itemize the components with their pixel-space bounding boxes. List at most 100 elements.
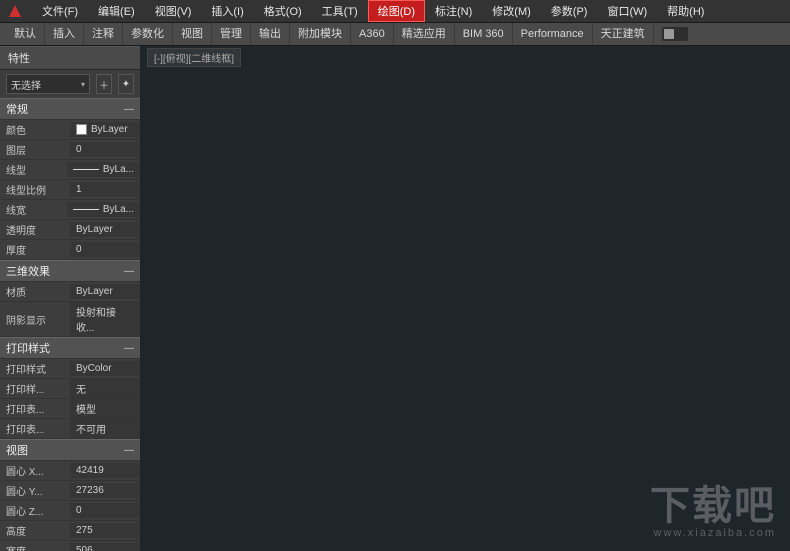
- tab-default[interactable]: 默认: [6, 23, 45, 45]
- property-row: 打印样式ByColor: [0, 359, 140, 379]
- tab-bim360[interactable]: BIM 360: [455, 23, 513, 45]
- property-value[interactable]: 275: [70, 523, 140, 538]
- property-label: 圆心 Y...: [0, 481, 70, 500]
- property-row: 透明度ByLayer: [0, 220, 140, 240]
- property-value[interactable]: ByLa...: [67, 202, 140, 217]
- viewport-controls: [-][俯视][二维线框]: [147, 48, 241, 67]
- menu-draw[interactable]: 绘图(D): [368, 0, 425, 22]
- tab-insert[interactable]: 插入: [45, 23, 84, 45]
- property-value-text: 27236: [76, 485, 104, 496]
- property-value-text: 0: [76, 244, 82, 255]
- property-value-text: ByLayer: [76, 286, 113, 297]
- tab-annotate[interactable]: 注释: [84, 23, 123, 45]
- tab-addins[interactable]: 附加模块: [290, 23, 351, 45]
- menu-view[interactable]: 视图(V): [145, 0, 202, 22]
- watermark-sub: www.xiazaiba.com: [650, 528, 776, 539]
- property-label: 阴影显示: [0, 310, 70, 329]
- collapse-icon: —: [124, 266, 134, 277]
- property-row: 圆心 X... 42419: [0, 461, 140, 481]
- tab-featured[interactable]: 精选应用: [394, 23, 455, 45]
- section-header[interactable]: 常规—: [0, 98, 140, 120]
- property-label: 材质: [0, 282, 70, 301]
- property-row: 线型ByLa...: [0, 160, 140, 180]
- collapse-icon: —: [124, 445, 134, 456]
- property-label: 圆心 X...: [0, 461, 70, 480]
- quick-select-button[interactable]: ＋: [96, 74, 112, 94]
- property-value[interactable]: ByLayer: [70, 222, 140, 237]
- chevron-down-icon: ▾: [81, 80, 85, 89]
- property-label: 线型比例: [0, 180, 70, 199]
- property-value-text: ByLa...: [103, 164, 134, 175]
- property-value-text: 0: [76, 505, 82, 516]
- property-row: 打印样...无: [0, 379, 140, 399]
- menu-window[interactable]: 窗口(W): [597, 0, 657, 22]
- property-value[interactable]: 42419: [70, 463, 140, 478]
- property-value-text: 275: [76, 525, 93, 536]
- property-value-text: 42419: [76, 465, 104, 476]
- property-label: 打印表...: [0, 399, 70, 418]
- ribbon-collapse-toggle[interactable]: [662, 27, 688, 41]
- property-row: 圆心 Z...0: [0, 501, 140, 521]
- property-row: 材质 ByLayer: [0, 282, 140, 302]
- menu-edit[interactable]: 编辑(E): [88, 0, 145, 22]
- property-value-text: 506: [76, 545, 93, 551]
- property-row: 圆心 Y... 27236: [0, 481, 140, 501]
- watermark-main: 下载吧: [650, 486, 776, 526]
- property-label: 打印样式: [0, 359, 70, 378]
- property-value[interactable]: ByColor: [70, 361, 140, 376]
- section-header[interactable]: 视图—: [0, 439, 140, 461]
- menu-insert[interactable]: 插入(I): [201, 0, 253, 22]
- property-value-text: ByLa...: [103, 204, 134, 215]
- menu-tools[interactable]: 工具(T): [312, 0, 368, 22]
- property-value[interactable]: 0: [70, 142, 140, 157]
- menu-file[interactable]: 文件(F): [32, 0, 88, 22]
- viewport-label[interactable]: [-][俯视][二维线框]: [147, 48, 241, 67]
- menu-modify[interactable]: 修改(M): [482, 0, 541, 22]
- section-header[interactable]: 打印样式—: [0, 337, 140, 359]
- tab-tangent[interactable]: 天正建筑: [593, 23, 654, 45]
- tab-parametric[interactable]: 参数化: [123, 23, 173, 45]
- tab-performance[interactable]: Performance: [513, 23, 593, 45]
- property-row: 打印表...不可用: [0, 419, 140, 439]
- menu-bar: 文件(F) 编辑(E) 视图(V) 插入(I) 格式(O) 工具(T) 绘图(D…: [0, 0, 790, 23]
- app-icon: [6, 2, 24, 20]
- tab-a360[interactable]: A360: [351, 23, 394, 45]
- property-value[interactable]: 无: [70, 379, 140, 398]
- drawing-canvas[interactable]: [-][俯视][二维线框] 下载吧 www.xiazaiba.com: [141, 46, 790, 551]
- properties-panel: 特性 无选择 ▾ ＋ ✦ 常规—颜色ByLayer图层0线型ByLa...线型比…: [0, 46, 141, 551]
- property-label: 图层: [0, 140, 70, 159]
- menu-help[interactable]: 帮助(H): [657, 0, 714, 22]
- property-value[interactable]: 0: [70, 242, 140, 257]
- property-value[interactable]: 不可用: [70, 419, 140, 438]
- property-value-text: 1: [76, 184, 82, 195]
- property-row: 宽度 506: [0, 541, 140, 551]
- property-label: 宽度: [0, 541, 70, 551]
- section-header[interactable]: 三维效果—: [0, 260, 140, 282]
- section-title: 打印样式: [6, 340, 50, 356]
- property-value[interactable]: 27236: [70, 483, 140, 498]
- tab-output[interactable]: 输出: [251, 23, 290, 45]
- menu-dimension[interactable]: 标注(N): [425, 0, 482, 22]
- property-value[interactable]: 1: [70, 182, 140, 197]
- menu-param[interactable]: 参数(P): [541, 0, 598, 22]
- property-value[interactable]: 506: [70, 543, 140, 551]
- property-row: 线宽 ByLa...: [0, 200, 140, 220]
- property-row: 线型比例 1: [0, 180, 140, 200]
- property-value-text: ByLayer: [91, 124, 128, 135]
- ribbon-tabs: 默认 插入 注释 参数化 视图 管理 输出 附加模块 A360 精选应用 BIM…: [0, 23, 790, 46]
- selection-dropdown[interactable]: 无选择 ▾: [6, 74, 90, 94]
- property-label: 线宽: [0, 200, 67, 219]
- pick-add-button[interactable]: ✦: [118, 74, 134, 94]
- property-value[interactable]: 投射和接收...: [70, 302, 140, 336]
- property-row: 高度275: [0, 521, 140, 541]
- selection-value: 无选择: [11, 77, 41, 92]
- tab-manage[interactable]: 管理: [212, 23, 251, 45]
- menu-format[interactable]: 格式(O): [254, 0, 312, 22]
- property-value[interactable]: 模型: [70, 399, 140, 418]
- property-value[interactable]: ByLa...: [67, 162, 140, 177]
- selection-row: 无选择 ▾ ＋ ✦: [0, 70, 140, 98]
- property-value[interactable]: 0: [70, 503, 140, 518]
- property-value[interactable]: ByLayer: [70, 122, 140, 137]
- tab-view[interactable]: 视图: [173, 23, 212, 45]
- property-value[interactable]: ByLayer: [70, 284, 140, 299]
